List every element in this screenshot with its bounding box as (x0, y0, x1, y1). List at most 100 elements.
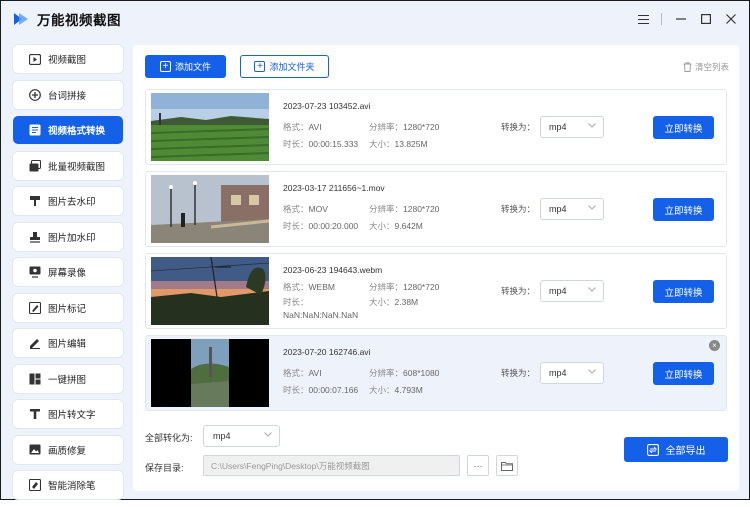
plus-icon: + (159, 61, 171, 72)
file-size: 大小：13.825M (369, 138, 428, 150)
duration-value: 00:00:07.166 (308, 385, 359, 395)
target-format-value: mp4 (549, 122, 567, 132)
export-all-button[interactable]: 全部导出 (624, 437, 728, 462)
sidebar-item-label: 图片编辑 (48, 339, 87, 350)
target-format-select[interactable]: mp4 (540, 198, 604, 220)
sidebar-item-label: 屏幕录像 (48, 268, 87, 279)
target-format-value: mp4 (549, 204, 567, 214)
sidebar-item-image-mark[interactable]: 图片标记 (13, 293, 123, 322)
window-controls (630, 1, 743, 37)
batch-capture-icon (29, 159, 41, 172)
convert-now-button[interactable]: 立即转换 (653, 280, 714, 303)
target-format-value: mp4 (549, 286, 567, 296)
file-name: 2023-03-17 211656~1.mov (283, 183, 385, 193)
more-button[interactable]: ··· (467, 455, 489, 476)
edit-icon (29, 337, 41, 349)
convert-all-value: mp4 (213, 431, 231, 441)
file-resolution: 分辨率：1280*720 (369, 121, 439, 133)
title-bar: 万能视频截图 (1, 1, 749, 37)
format-label: 格式： (283, 122, 309, 132)
video-thumbnail (151, 93, 269, 161)
open-folder-button[interactable] (496, 455, 518, 476)
sidebar-item-collage[interactable]: 一键拼图 (13, 364, 123, 393)
add-folder-label: 添加文件夹 (269, 62, 315, 72)
file-format: 格式：MOV (283, 203, 328, 215)
add-folder-button[interactable]: + 添加文件夹 (240, 55, 329, 78)
resolution-label: 分辨率： (369, 282, 404, 292)
file-format: 格式：AVI (283, 367, 322, 379)
mark-icon (29, 301, 41, 314)
maximize-icon[interactable] (694, 7, 718, 31)
image-icon (29, 444, 41, 456)
sidebar-item-label: 视频格式转换 (48, 126, 106, 137)
file-row[interactable]: 2023-06-23 194643.webm 格式：WEBM 分辨率：1280*… (145, 253, 727, 329)
file-row[interactable]: 2023-03-17 211656~1.mov 格式：MOV 分辨率：1280*… (145, 171, 727, 247)
trash-icon (683, 62, 692, 72)
minimize-icon[interactable] (669, 7, 693, 31)
resolution-value: 608*1080 (403, 368, 440, 378)
duration-value: 00:00:20.000 (308, 221, 359, 231)
file-duration: 时长：00:00:15.333 (283, 138, 358, 150)
sidebar-item-label: 图片标记 (48, 303, 87, 315)
sidebar-item-batch-capture[interactable]: 批量视频截图 (13, 151, 123, 180)
convert-now-button[interactable]: 立即转换 (653, 362, 714, 385)
file-row[interactable]: 2023-07-23 103452.avi 格式：AVI 分辨率：1280*72… (145, 89, 727, 165)
sidebar-item-quality-repair[interactable]: 画质修复 (13, 435, 123, 464)
size-label: 大小： (369, 221, 395, 231)
chevron-down-icon (264, 430, 272, 439)
file-row[interactable]: × 2023-07-20 162746.avi 格式：AVI 分辨率：608*1… (145, 335, 727, 411)
format-value: AVI (308, 368, 322, 378)
duration-label: 时长： (283, 385, 309, 395)
add-file-button[interactable]: + 添加文件 (145, 55, 226, 78)
format-value: MOV (308, 204, 328, 214)
sidebar-item-subtitle-stitch[interactable]: 台词拼接 (13, 80, 123, 109)
video-convert-icon (29, 124, 41, 136)
clear-list-label: 清空列表 (694, 62, 729, 72)
target-format-select[interactable]: mp4 (540, 362, 604, 384)
sidebar-item-screen-record[interactable]: 屏幕录像 (13, 258, 123, 286)
convert-now-button[interactable]: 立即转换 (653, 116, 714, 139)
sidebar-item-label: 图片转文字 (48, 410, 96, 421)
format-value: AVI (308, 122, 322, 132)
remove-file-icon[interactable]: × (709, 340, 720, 351)
text-icon (29, 408, 41, 420)
video-thumbnail (151, 175, 269, 243)
sidebar-item-add-watermark[interactable]: 图片加水印 (13, 222, 123, 251)
file-name: 2023-06-23 194643.webm (283, 265, 383, 275)
save-dir-input[interactable]: C:\Users\FengPing\Desktop\万能视频截图 (203, 455, 460, 476)
save-dir-label: 保存目录: (145, 463, 184, 473)
eraser-icon (29, 479, 41, 491)
screen-record-icon (29, 266, 41, 278)
menu-icon[interactable] (631, 7, 655, 31)
sidebar-item-label: 台词拼接 (48, 90, 87, 102)
sidebar-item-label: 画质修复 (48, 445, 87, 457)
sidebar-item-image-edit[interactable]: 图片编辑 (13, 329, 123, 357)
folder-add-icon: + (254, 61, 266, 72)
sidebar-item-remove-watermark[interactable]: 图片去水印 (13, 187, 123, 215)
convert-all-select[interactable]: mp4 (203, 425, 280, 447)
clear-list-button[interactable]: 清空列表 (683, 61, 729, 73)
file-duration: 时长：00:00:07.166 (283, 384, 358, 396)
video-thumbnail (151, 257, 269, 325)
duration-label: 时长： (283, 221, 309, 231)
sidebar-item-image-to-text[interactable]: 图片转文字 (13, 400, 123, 428)
sidebar-item-label: 一键拼图 (48, 374, 87, 386)
target-format-select[interactable]: mp4 (540, 116, 604, 138)
target-format-select[interactable]: mp4 (540, 280, 604, 302)
file-resolution: 分辨率：608*1080 (369, 367, 439, 379)
format-value: WEBM (308, 282, 335, 292)
sidebar-item-smart-eraser[interactable]: 智能消除笔 (13, 471, 123, 499)
window-controls-divider (661, 13, 662, 25)
size-value: 9.642M (394, 221, 423, 231)
sidebar-item-video-convert[interactable]: 视频格式转换 (13, 116, 123, 144)
add-file-label: 添加文件 (174, 62, 211, 72)
file-format: 格式：AVI (283, 121, 322, 133)
convert-now-button[interactable]: 立即转换 (653, 198, 714, 221)
file-duration: 时长： NaN:NaN:NaN.NaN (283, 296, 363, 322)
close-icon[interactable] (719, 7, 743, 31)
sidebar-item-video-capture[interactable]: 视频截图 (13, 45, 123, 73)
chevron-down-icon (588, 121, 596, 130)
folder-icon (501, 461, 513, 471)
file-resolution: 分辨率：1280*720 (369, 281, 439, 293)
convert-to-label: 转换为： (501, 204, 536, 214)
